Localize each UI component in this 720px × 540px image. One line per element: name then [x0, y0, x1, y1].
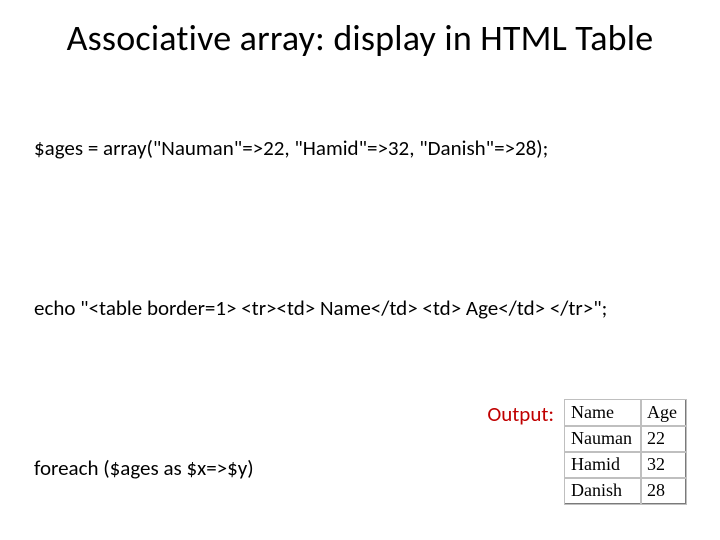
table-cell-name: Danish	[565, 478, 641, 504]
table-cell-name: Nauman	[565, 426, 641, 452]
slide-title: Associative array: display in HTML Table	[34, 18, 686, 59]
output-table: Name Age Nauman 22 Hamid 32 Danish 28	[564, 399, 686, 504]
table-row: Danish 28	[565, 478, 686, 504]
blank-line	[34, 219, 686, 237]
code-line-2: echo "<table border=1> <tr><td> Name</td…	[34, 294, 686, 322]
table-cell-name: Hamid	[565, 452, 641, 478]
output-label: Output:	[487, 401, 554, 427]
table-row-header: Name Age	[565, 400, 686, 426]
table-cell-age: 28	[641, 478, 686, 504]
slide: Associative array: display in HTML Table…	[0, 0, 720, 540]
table-cell-age: 22	[641, 426, 686, 452]
code-line-1: $ages = array("Nauman"=>22, "Hamid"=>32,…	[34, 134, 686, 162]
table-row: Nauman 22	[565, 426, 686, 452]
table-cell-age: 32	[641, 452, 686, 478]
output-area: Output: Name Age Nauman 22 Hamid 32 Dani…	[487, 399, 686, 504]
table-header-name: Name	[565, 400, 641, 426]
blank-line	[34, 379, 686, 397]
table-header-age: Age	[641, 400, 686, 426]
table-row: Hamid 32	[565, 452, 686, 478]
